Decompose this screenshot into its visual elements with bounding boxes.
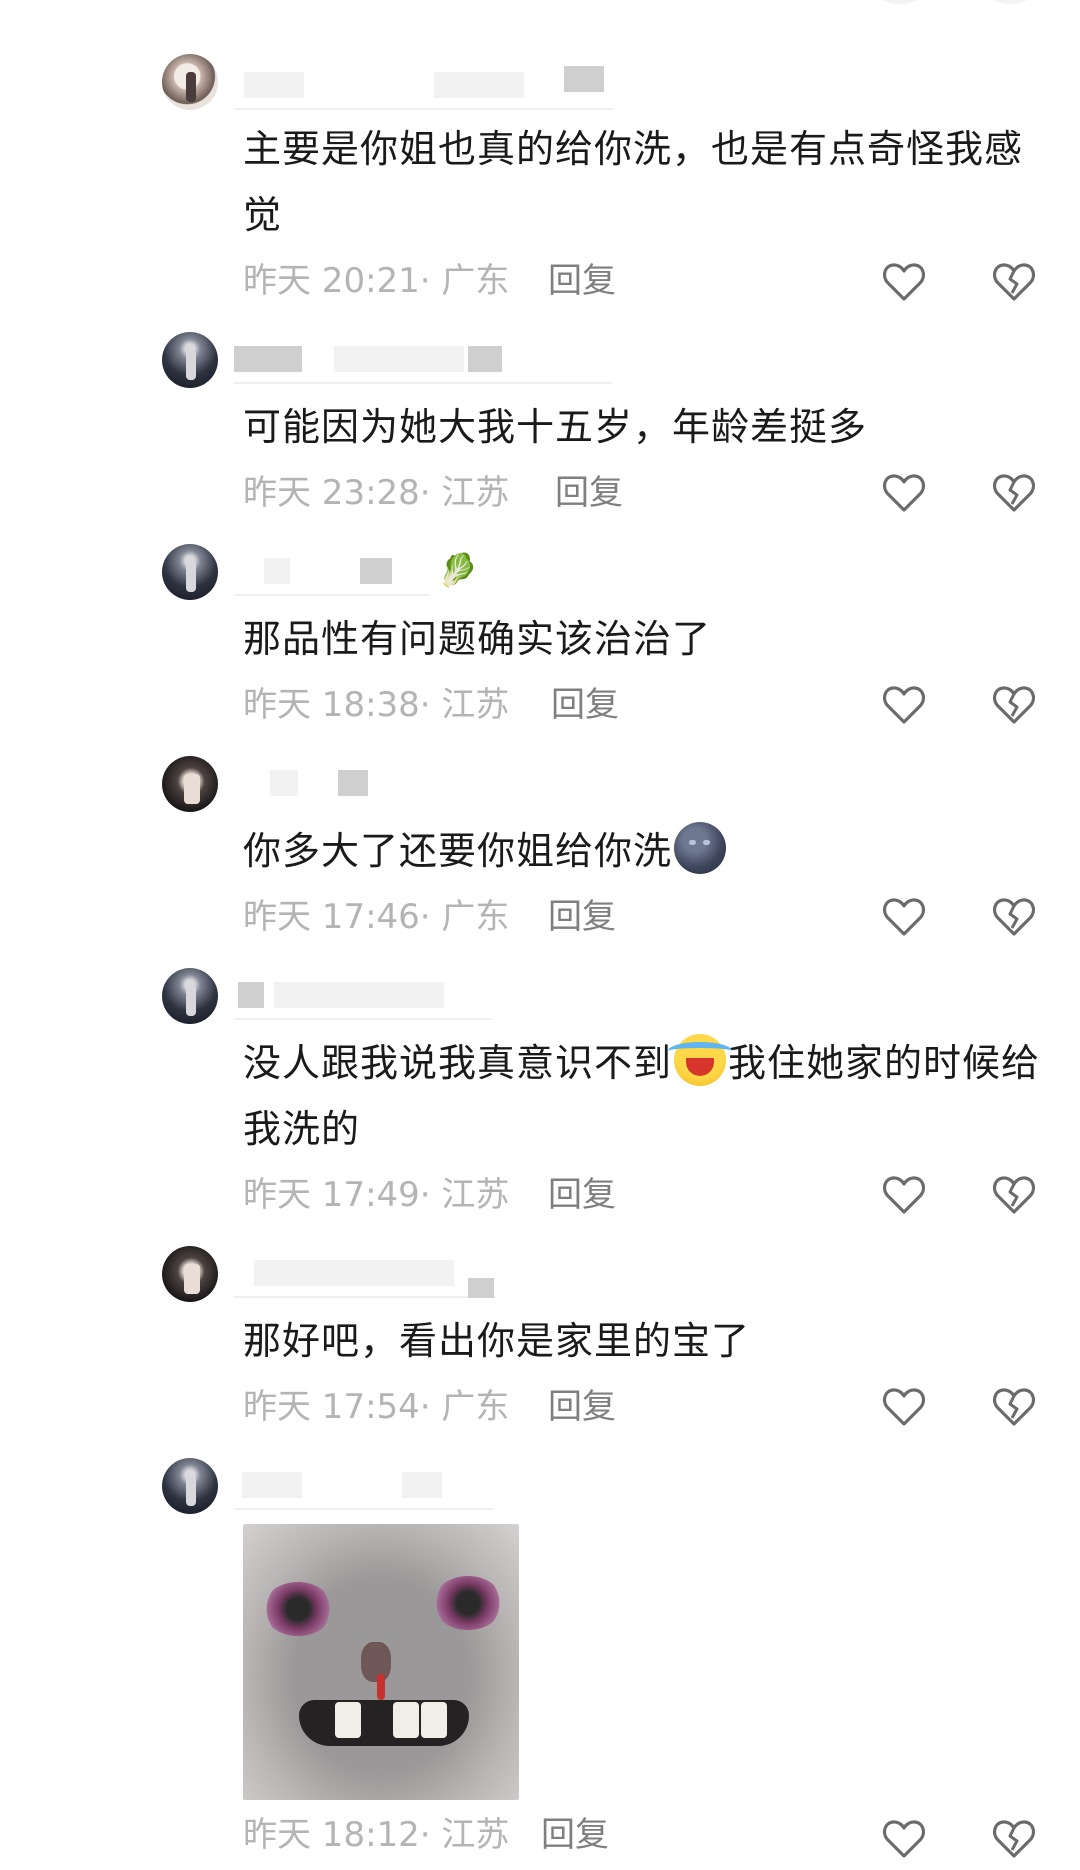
username-emoji: 🥬 bbox=[438, 551, 478, 589]
comment-text: 那好吧，看出你是家里的宝了 bbox=[243, 1319, 751, 1363]
username-redacted[interactable] bbox=[234, 1462, 494, 1510]
reply-button[interactable]: 回复 bbox=[548, 258, 616, 304]
heart-outline-icon[interactable] bbox=[880, 468, 928, 516]
comment-region: 江苏 bbox=[441, 473, 510, 513]
comment-meta: 昨天 23:28· 江苏 bbox=[243, 473, 510, 513]
username-redacted[interactable] bbox=[234, 972, 492, 1020]
heart-outline-icon[interactable] bbox=[880, 892, 928, 940]
broken-heart-icon[interactable] bbox=[990, 892, 1038, 940]
broken-heart-icon[interactable] bbox=[990, 1814, 1038, 1858]
comment-meta: 昨天 17:54· 广东 bbox=[243, 1387, 510, 1427]
comment-region: 广东 bbox=[441, 261, 510, 301]
comment-text: 可能因为她大我十五岁，年龄差挺多 bbox=[243, 405, 868, 449]
comment-time: 昨天 18:12 bbox=[243, 1815, 420, 1855]
username-redacted[interactable] bbox=[234, 548, 430, 596]
comment-time: 昨天 18:38 bbox=[243, 685, 420, 725]
crying-laughing-icon bbox=[668, 1034, 733, 1086]
comment-text: 那品性有问题确实该治治了 bbox=[243, 617, 712, 661]
new-moon-face-icon bbox=[674, 822, 727, 874]
heart-outline-icon[interactable] bbox=[880, 680, 928, 728]
comment-meta: 昨天 17:49· 江苏 bbox=[243, 1175, 510, 1215]
broken-heart-icon[interactable] bbox=[990, 468, 1038, 516]
avatar[interactable] bbox=[162, 968, 218, 1024]
comment-text: 没人跟我说我真意识不到 我住她家的时候给我洗的 bbox=[243, 1030, 1053, 1162]
avatar[interactable] bbox=[162, 332, 218, 388]
comment-region: 江苏 bbox=[441, 685, 510, 725]
heart-outline-icon[interactable] bbox=[880, 1382, 928, 1430]
heart-outline-icon[interactable] bbox=[880, 1170, 928, 1218]
top-cutoff-buttons bbox=[860, 0, 1060, 10]
username-redacted[interactable] bbox=[234, 336, 612, 384]
heart-outline-icon[interactable] bbox=[880, 257, 928, 305]
comment-time: 昨天 17:54 bbox=[243, 1387, 420, 1427]
avatar[interactable] bbox=[162, 1246, 218, 1302]
comment-region: 江苏 bbox=[441, 1175, 510, 1215]
reply-button[interactable]: 回复 bbox=[555, 470, 623, 516]
broken-heart-icon[interactable] bbox=[990, 257, 1038, 305]
reply-button[interactable]: 回复 bbox=[551, 682, 619, 728]
comment-time: 昨天 17:49 bbox=[243, 1175, 420, 1215]
comment-meta: 昨天 17:46· 广东 bbox=[243, 897, 510, 937]
comment-region: 江苏 bbox=[441, 1815, 510, 1855]
comment-meta: 昨天 18:38· 江苏 bbox=[243, 685, 510, 725]
heart-outline-icon[interactable] bbox=[880, 1814, 928, 1858]
avatar[interactable] bbox=[162, 54, 218, 110]
avatar[interactable] bbox=[162, 1458, 218, 1514]
meme-sticker-image[interactable] bbox=[243, 1524, 519, 1800]
broken-heart-icon[interactable] bbox=[990, 1170, 1038, 1218]
comment-meta: 昨天 18:12· 江苏 bbox=[243, 1815, 510, 1855]
avatar[interactable] bbox=[162, 756, 218, 812]
username-redacted[interactable] bbox=[234, 62, 614, 110]
reply-button[interactable]: 回复 bbox=[548, 1172, 616, 1218]
username-redacted[interactable] bbox=[234, 760, 370, 806]
reply-button[interactable]: 回复 bbox=[541, 1812, 609, 1858]
reply-button[interactable]: 回复 bbox=[548, 1384, 616, 1430]
reply-button[interactable]: 回复 bbox=[548, 894, 616, 940]
broken-heart-icon[interactable] bbox=[990, 680, 1038, 728]
comment-meta: 昨天 20:21· 广东 bbox=[243, 261, 510, 301]
comment-region: 广东 bbox=[441, 1387, 510, 1427]
avatar[interactable] bbox=[162, 544, 218, 600]
broken-heart-icon[interactable] bbox=[990, 1382, 1038, 1430]
comment-time: 昨天 17:46 bbox=[243, 897, 420, 937]
comment-time: 昨天 20:21 bbox=[243, 261, 420, 301]
username-redacted[interactable] bbox=[234, 1250, 496, 1298]
comment-text: 你多大了还要你姐给你洗 bbox=[243, 818, 1043, 884]
comment-region: 广东 bbox=[441, 897, 510, 937]
comment-text: 主要是你姐也真的给你洗，也是有点奇怪我感觉 bbox=[243, 127, 1024, 237]
comment-time: 昨天 23:28 bbox=[243, 473, 420, 513]
